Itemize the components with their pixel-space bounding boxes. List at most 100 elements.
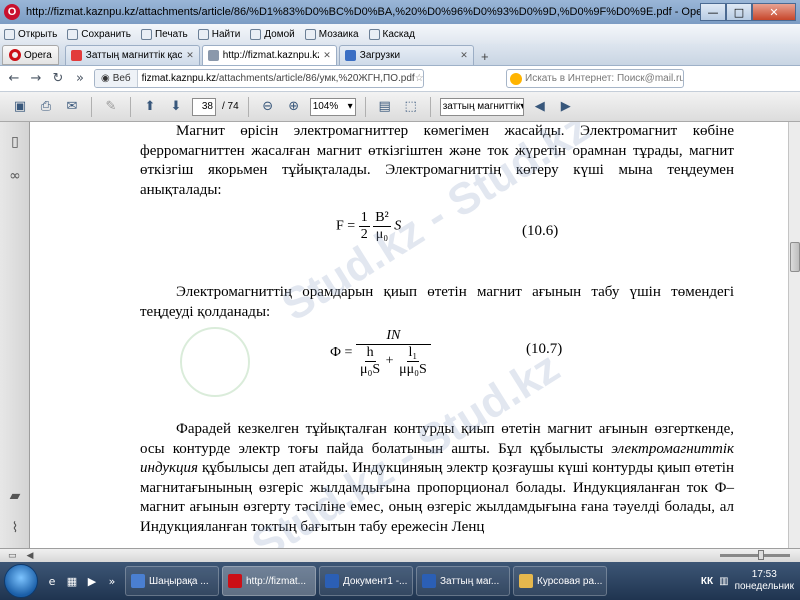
clock[interactable]: 17:53 понедельник — [735, 569, 794, 593]
task-kursovaya[interactable]: Курсовая ра... — [513, 566, 607, 596]
language-indicator[interactable]: КК — [701, 576, 713, 587]
eq2-num: IN — [355, 328, 431, 345]
opera-icon — [228, 574, 242, 588]
open-command[interactable]: Открыть — [4, 28, 57, 40]
task-label: Заттың маг... — [440, 575, 500, 587]
watermark-bird-icon — [180, 327, 250, 397]
page-favicon-icon — [207, 50, 219, 61]
search-engine-icon[interactable] — [510, 72, 522, 85]
tab-close-icon[interactable]: ✕ — [323, 50, 331, 61]
window-controls: — □ ✕ — [700, 3, 796, 21]
scroll-knob[interactable] — [758, 550, 764, 560]
pdf-toolbar: ▣ ⎙ ✉ ✎ ⬆ ⬇ 38 / 74 ⊖ ⊕ 104% ▾ ▤ ⬚ заттың… — [0, 92, 800, 122]
eq1-tail: S — [394, 218, 402, 234]
reload-icon[interactable]: ↻ — [50, 71, 66, 86]
search-input[interactable]: Искать в Интернет: Поиск@mail.ru — [506, 69, 684, 88]
eq2-term1: h μ₀S — [358, 345, 382, 378]
binoculars-icon[interactable]: ∞ — [7, 168, 23, 184]
folder-icon — [4, 28, 15, 40]
windows-taskbar: e ▦ ▶ » Шаңырақа ... http://fizmat... До… — [0, 562, 800, 600]
task-document1[interactable]: Документ1 -... — [319, 566, 413, 596]
back-icon[interactable]: ← — [6, 71, 22, 86]
attachment-icon[interactable]: ⌇ — [7, 520, 23, 536]
task-label: http://fizmat... — [246, 575, 307, 587]
ie-icon[interactable]: e — [43, 572, 61, 590]
web-badge[interactable]: ◉ Веб — [95, 70, 138, 87]
print-pdf-icon[interactable]: ⎙ — [36, 97, 56, 117]
new-tab-button[interactable]: + — [476, 47, 494, 65]
start-button[interactable] — [4, 564, 38, 598]
tab-zattyn[interactable]: Заттың магниттік қасиет ✕ — [64, 45, 200, 65]
find-command[interactable]: Найти — [197, 28, 240, 40]
explorer-icon[interactable]: ▦ — [63, 572, 81, 590]
page-total: / 74 — [222, 101, 239, 112]
task-shanyraqa[interactable]: Шаңырақа ... — [125, 566, 219, 596]
clock-day: понедельник — [734, 581, 794, 592]
opera-menu-button[interactable]: Opera — [2, 45, 59, 65]
comment-icon[interactable]: ✎ — [101, 97, 121, 117]
home-command[interactable]: Домой — [250, 28, 295, 40]
tile-command[interactable]: Мозаика — [304, 28, 359, 40]
window-titlebar: O http://fizmat.kaznpu.kz/attachments/ar… — [0, 0, 800, 24]
toolbar-divider — [247, 96, 249, 117]
equation-10-6: F = 12 B² μ₀ S — [336, 210, 401, 243]
cascade-label: Каскад — [382, 28, 415, 40]
panel-toggle-icon[interactable]: ▭ — [8, 550, 17, 561]
navigation-pane: ▯ ∞ ▰ ⌇ — [0, 122, 30, 548]
horizontal-scrollbar[interactable] — [720, 550, 790, 560]
minimize-button[interactable]: — — [700, 3, 726, 21]
network-icon[interactable]: ▥ — [719, 576, 728, 587]
share-icon[interactable]: ✉ — [62, 97, 82, 117]
fit-width-icon[interactable]: ⬚ — [401, 97, 421, 117]
media-player-icon[interactable]: ▶ — [83, 572, 101, 590]
page-down-icon[interactable]: ⬇ — [166, 97, 186, 117]
save-command[interactable]: Сохранить — [67, 28, 131, 40]
task-label: Шаңырақа ... — [149, 575, 209, 587]
forward-icon[interactable]: → — [28, 71, 44, 86]
task-zattyn[interactable]: Заттың маг... — [416, 566, 510, 596]
find-field[interactable]: заттың магниттік▾ — [439, 97, 524, 116]
eq1-frac2-den: μ₀ — [375, 227, 389, 242]
maximize-button[interactable]: □ — [726, 3, 752, 21]
pages-icon[interactable]: ▯ — [7, 134, 23, 150]
find-next-icon[interactable]: ▶ — [556, 97, 576, 117]
close-button[interactable]: ✕ — [752, 3, 796, 21]
find-previous-icon[interactable]: ◀ — [530, 97, 550, 117]
tile-label: Мозаика — [318, 28, 359, 40]
tab-close-icon[interactable]: ✕ — [460, 50, 468, 61]
fit-page-icon[interactable]: ▤ — [375, 97, 395, 117]
scroll-thumb[interactable] — [790, 242, 800, 272]
zoom-in-icon[interactable]: ⊕ — [284, 97, 304, 117]
vertical-scrollbar[interactable] — [788, 122, 800, 548]
zoom-select[interactable]: 104% ▾ — [309, 97, 356, 116]
page-number-input[interactable]: 38 — [192, 97, 216, 116]
task-opera[interactable]: http://fizmat... — [222, 566, 316, 596]
faraday-text-end: құбылысы деп атайды. Индукциняың электр … — [140, 460, 734, 535]
tile-icon — [304, 28, 316, 40]
eq1-frac1-den: 2 — [360, 227, 368, 242]
bookmark-star-icon[interactable]: ☆ — [415, 73, 423, 84]
search-placeholder: Искать в Интернет: Поиск@mail.ru — [525, 73, 684, 84]
chevron-down-icon: ▾ — [347, 101, 353, 112]
toolbar-divider — [364, 96, 366, 117]
zoom-out-icon[interactable]: ⊖ — [258, 97, 278, 117]
url-field[interactable]: ◉ Веб fizmat.kaznpu.kz/attachments/articl… — [94, 69, 424, 88]
word-icon — [325, 574, 339, 588]
save-pdf-icon[interactable]: ▣ — [10, 97, 30, 117]
page-up-icon[interactable]: ⬆ — [140, 97, 160, 117]
eq2-den: h μ₀S + l₁ μμ₀S — [356, 345, 431, 378]
comments-icon[interactable]: ▰ — [7, 488, 23, 504]
tab-fizmat[interactable]: http://fizmat.kaznpu.kz ✕ — [201, 45, 337, 65]
scroll-left-icon[interactable]: ◀ — [27, 550, 34, 561]
eq1-lhs: F = — [336, 218, 356, 234]
cascade-command[interactable]: Каскад — [368, 28, 415, 40]
show-more-icon[interactable]: » — [103, 572, 121, 590]
fast-forward-icon[interactable]: » — [72, 71, 88, 86]
tab-label: http://fizmat.kaznpu.kz — [222, 50, 320, 61]
tab-downloads[interactable]: Загрузки ✕ — [338, 45, 474, 65]
pdf-status-bar: ▭ ◀ — [0, 548, 800, 562]
zoom-value: 104% — [312, 101, 339, 112]
print-command[interactable]: Печать — [140, 28, 188, 40]
pdf-document-view[interactable]: Магнит өрісін электромагниттер көмегімен… — [30, 122, 788, 548]
tab-close-icon[interactable]: ✕ — [186, 50, 194, 61]
